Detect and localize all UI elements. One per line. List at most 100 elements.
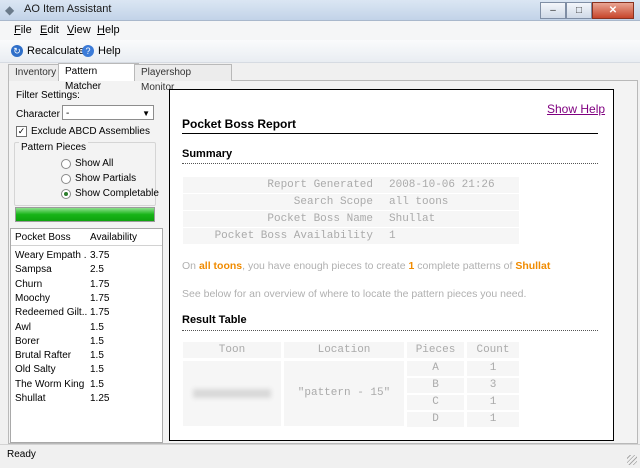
boss-availability: 1.25 <box>90 393 110 404</box>
list-item[interactable]: Brutal Rafter 1.5 <box>11 349 162 363</box>
scope-highlight: all toons <box>198 260 243 272</box>
radio-show-all[interactable]: Show All <box>61 158 113 169</box>
radio-show-completable-button[interactable] <box>61 188 71 199</box>
summary-row: Search Scope all toons <box>183 194 519 210</box>
list-item[interactable]: Shullat 1.25 <box>11 392 162 406</box>
result-toon-cell <box>183 361 281 426</box>
menu-edit[interactable]: Edit <box>40 24 59 36</box>
tab-playershop-monitor[interactable]: Playershop Monitor <box>134 64 232 93</box>
column-header-availability[interactable]: Availability <box>90 232 137 243</box>
boss-name: Churn <box>15 278 43 290</box>
boss-availability: 1.75 <box>90 278 110 290</box>
title-divider <box>182 133 598 134</box>
radio-show-partials[interactable]: Show Partials <box>61 173 136 184</box>
list-item[interactable]: Borer 1.5 <box>11 335 162 349</box>
menu-file[interactable]: File <box>14 24 32 36</box>
boss-name: Shullat <box>15 393 46 404</box>
boss-availability: 1.5 <box>90 321 104 333</box>
list-item[interactable]: Awl 1.5 <box>11 321 162 335</box>
refresh-icon: ↻ <box>11 45 23 57</box>
show-help-link[interactable]: Show Help <box>547 102 605 116</box>
summary-value: Shullat <box>389 213 436 225</box>
maximize-button[interactable]: □ <box>566 2 592 19</box>
app-window: ◆ AO Item Assistant – □ ✕ File Edit View… <box>0 0 640 468</box>
result-sentence: On all toons, you have enough pieces to … <box>182 260 550 272</box>
boss-name: Redeemed Gilt... <box>15 307 87 319</box>
pocket-boss-list[interactable]: Pocket Boss Availability Weary Empath ..… <box>10 228 163 443</box>
boss-availability: 1.5 <box>90 335 104 347</box>
result-table-heading: Result Table <box>182 314 247 326</box>
result-header-count: Count <box>467 342 519 358</box>
list-header: Pocket Boss Availability <box>11 229 162 246</box>
tab-pattern-matcher[interactable]: Pattern Matcher <box>58 63 139 92</box>
boss-name: Weary Empath ... <box>15 250 87 261</box>
boss-name: Moochy <box>15 292 51 304</box>
summary-row: Pocket Boss Name Shullat <box>183 211 519 227</box>
exclude-abcd-row[interactable]: ✓ Exclude ABCD Assemblies <box>16 126 150 137</box>
summary-divider <box>182 163 598 164</box>
title-bar[interactable]: ◆ AO Item Assistant – □ ✕ <box>0 0 640 21</box>
column-header-pocket-boss[interactable]: Pocket Boss <box>15 232 71 243</box>
summary-key: Pocket Boss Availability <box>214 230 373 242</box>
menu-view[interactable]: View <box>67 24 91 36</box>
boss-highlight: Shullat <box>515 260 551 272</box>
list-item[interactable]: Old Salty 1.5 <box>11 363 162 377</box>
sentence-part: complete patterns of <box>414 260 516 272</box>
chevron-down-icon[interactable]: ▼ <box>142 106 150 121</box>
radio-show-all-button[interactable] <box>61 158 71 169</box>
summary-row: Pocket Boss Availability 1 <box>183 228 519 244</box>
toolbar: ↻ Recalculate ? Help <box>0 40 640 63</box>
close-button[interactable]: ✕ <box>592 2 634 19</box>
help-label: Help <box>98 45 121 57</box>
pattern-pieces-title: Pattern Pieces <box>19 142 89 153</box>
list-item[interactable]: Moochy 1.75 <box>11 292 162 306</box>
result-count-cell: 3 <box>467 378 519 393</box>
summary-value: 2008-10-06 21:26 <box>389 179 495 191</box>
recalculate-button[interactable]: ↻ Recalculate <box>11 43 84 59</box>
exclude-abcd-checkbox[interactable]: ✓ <box>16 126 27 137</box>
menu-view-label: iew <box>74 24 91 36</box>
result-piece-cell: B <box>407 378 464 393</box>
boss-name: The Worm King <box>15 378 85 390</box>
boss-availability: 3.75 <box>90 250 110 261</box>
menu-help[interactable]: Help <box>97 24 120 36</box>
filter-panel: Filter Settings: Character - ▼ ✓ Exclude… <box>9 81 163 443</box>
list-item[interactable]: The Worm King 1.5 <box>11 378 162 392</box>
menu-help-label: elp <box>104 24 120 36</box>
boss-name: Borer <box>15 335 40 347</box>
result-count-cell: 1 <box>467 412 519 427</box>
boss-name: Sampsa <box>15 264 52 276</box>
list-item[interactable]: Redeemed Gilt... 1.75 <box>11 306 162 320</box>
list-item[interactable]: Sampsa 2.5 <box>11 263 162 277</box>
progress-bar <box>15 207 155 222</box>
radio-show-all-label: Show All <box>75 158 114 169</box>
boss-name: Brutal Rafter <box>15 350 72 362</box>
radio-show-partials-label: Show Partials <box>75 173 137 184</box>
result-header-toon: Toon <box>183 342 281 358</box>
boss-availability: 1.5 <box>90 378 104 390</box>
help-icon: ? <box>82 45 94 57</box>
radio-show-completable[interactable]: Show Completable <box>61 188 159 199</box>
recalculate-label: Recalculate <box>27 45 85 57</box>
help-button[interactable]: ? Help <box>82 43 121 59</box>
list-item[interactable]: Churn 1.75 <box>11 278 162 292</box>
progress-fill <box>16 208 154 221</box>
menu-file-label: ile <box>20 24 32 36</box>
boss-availability: 1.75 <box>90 292 110 304</box>
summary-value: 1 <box>389 230 396 242</box>
menu-bar: File Edit View Help <box>0 21 640 41</box>
resize-grip[interactable] <box>627 455 637 465</box>
app-icon: ◆ <box>5 3 15 17</box>
result-header-location: Location <box>284 342 404 358</box>
result-piece-cell: D <box>407 412 464 427</box>
menu-file-accel: F <box>14 24 21 36</box>
radio-show-partials-button[interactable] <box>61 173 71 184</box>
status-bar: Ready <box>0 444 640 468</box>
list-item[interactable]: Weary Empath ... 3.75 <box>11 249 162 263</box>
summary-value: all toons <box>389 196 449 208</box>
minimize-button[interactable]: – <box>540 2 566 19</box>
character-label: Character <box>16 109 60 120</box>
redacted-toon-name <box>193 389 271 398</box>
window-title: AO Item Assistant <box>24 3 112 15</box>
character-select[interactable]: - ▼ <box>62 105 154 120</box>
